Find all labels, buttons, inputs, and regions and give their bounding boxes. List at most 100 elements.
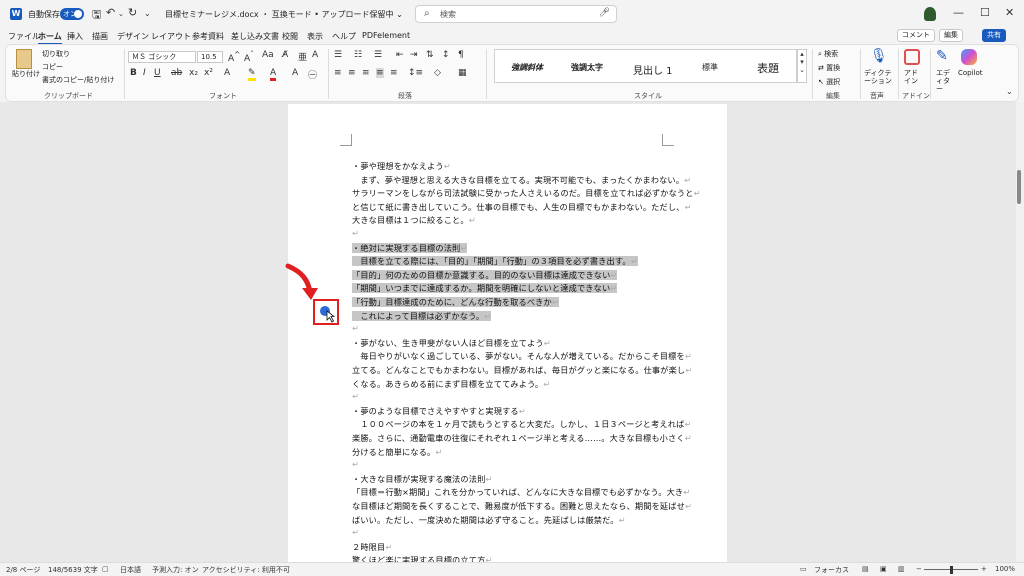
document-line[interactable]: 「目標＝行動×期間」これを分かっていれば、どんなに大きな目標でも必ずかなう。大き… [352,486,690,498]
find-button[interactable]: ⌕ 検索 [818,49,838,59]
strikethrough-icon[interactable]: ab [171,68,182,78]
document-line[interactable]: な目標ほど期間を長くすることで、難易度が低下する。困難と思えたなら、期間を延ばせ… [352,500,692,512]
avatar[interactable] [924,7,936,21]
bullets-icon[interactable]: ☰ [334,50,342,60]
document-line[interactable]: １００ページの本を１ヶ月で読もうとすると大変だ。しかし、１日３ページと考えれば↵ [352,418,691,430]
decrease-indent-icon[interactable]: ⇤ [396,50,404,60]
paste-button[interactable]: 貼り付け [12,69,40,79]
quick-action-icon[interactable] [315,301,337,323]
copilot-button[interactable]: Copilot [958,69,983,77]
collapse-ribbon-icon[interactable]: ⌄ [1006,87,1013,96]
tab-insert[interactable]: 挿入 [67,31,83,42]
tab-draw[interactable]: 描画 [92,31,108,42]
format-painter-button[interactable]: 書式のコピー/貼り付け [42,75,114,85]
document-line[interactable]: ↵ [352,459,359,469]
document-line[interactable]: ・大きな目標が実現する魔法の法則↵ [352,473,492,485]
save-icon[interactable]: 🖫 [92,6,101,25]
addins-button[interactable]: アドイン [904,69,920,85]
customize-qat-icon[interactable]: ⌄ [144,9,151,18]
document-line[interactable]: 「目的」何のための目標か意識する。目的のない目標は達成できない↵ [352,269,618,281]
style-scroll-icon[interactable]: ▴ ▾ ⌄ [797,49,807,83]
justify-icon[interactable]: ≡ [376,68,384,78]
document-line[interactable]: 目標を立てる際には、「目的」「期間」「行動」の３項目を必ず書き出す。↵ [352,255,638,267]
clear-format-icon[interactable]: A̸ [282,50,288,60]
autosave-toggle[interactable]: オン [60,8,84,20]
zoom-in-icon[interactable]: + [981,565,987,573]
document-line[interactable]: と信じて紙に書き出していこう。仕事の目標でも、人生の目標でもかまわない。ただし、… [352,201,692,213]
zoom-slider-thumb[interactable] [950,566,953,574]
accessibility-status[interactable]: アクセシビリティ: 利用不可 [202,565,290,575]
tab-file[interactable]: ファイル [8,31,40,42]
distributed-icon[interactable]: ≡ [390,68,398,78]
tab-design[interactable]: デザイン [117,31,149,42]
style-normal[interactable]: 標準 [702,62,718,73]
language[interactable]: 日本語 [120,565,141,575]
print-layout-icon[interactable]: ▣ [880,565,887,573]
word-count[interactable]: 148/5639 文字 [48,565,98,575]
replace-button[interactable]: ⇄ 置換 [818,63,840,73]
microphone-icon[interactable]: 🎤︎ [599,8,610,18]
multilevel-list-icon[interactable]: ☰ [374,50,382,60]
editor-button[interactable]: エディター [936,69,956,93]
document-line[interactable]: ・絶対に実現する目標の法則↵ [352,242,468,254]
font-name-select[interactable]: ＭＳ ゴシック [128,51,196,63]
document-line[interactable]: ・夢や理想をかなえよう↵ [352,160,451,172]
document-line[interactable]: ↵ [352,391,359,401]
search-box[interactable]: ⌕ 検索 🎤︎ [415,5,617,23]
document-line[interactable]: サラリーマンをしながら司法試験に受かった人さえいるのだ。目標を立てれば必ずかなう… [352,187,701,199]
document-line[interactable]: ↵ [352,228,359,238]
predictive-text[interactable]: 予測入力: オン [152,565,199,575]
align-right-icon[interactable]: ≡ [362,68,370,78]
borders-icon[interactable]: ▦ [458,68,467,78]
document-line[interactable]: 大きな目標は１つに絞ること。↵ [352,214,476,226]
cut-button[interactable]: 切り取り [42,49,70,59]
copy-button[interactable]: コピー [42,62,63,72]
tab-references[interactable]: 参考資料 [192,31,224,42]
dictation-button[interactable]: ディクテーション [864,69,894,85]
proofing-icon[interactable]: ▢ [102,565,109,573]
shrink-font-icon[interactable]: Aˇ [244,50,254,64]
document-line[interactable]: 「行動」目標達成のために、どんな行動を取るべきか↵ [352,296,559,308]
scrollbar-thumb[interactable] [1017,170,1021,204]
text-direction-icon[interactable]: ⇅ [426,50,434,60]
align-left-icon[interactable]: ≡ [334,68,342,78]
enclose-char-icon[interactable]: ㊀ [308,68,317,81]
tab-home[interactable]: ホーム [38,31,62,45]
document-line[interactable]: 「期間」いつまでに達成するか。期間を明確にしないと達成できない↵ [352,282,618,294]
align-center-icon[interactable]: ≡ [348,68,356,78]
document-line[interactable]: ↵ [352,527,359,537]
char-shading-icon[interactable]: A [292,68,298,78]
document-line[interactable]: ・夢がない、生き甲斐がない人ほど目標を立てよう↵ [352,337,551,349]
redo-icon[interactable]: ↻ [128,6,137,19]
minimize-icon[interactable]: — [953,6,964,19]
document-line[interactable]: ばいい。ただし、一度決めた期間は必ず守ること。先延ばしは厳禁だ。↵ [352,514,626,526]
increase-indent-icon[interactable]: ⇥ [410,50,418,60]
tab-help[interactable]: ヘルプ [332,31,356,42]
document-line[interactable]: これによって目標は必ずかなう。↵ [352,310,492,322]
paste-icon[interactable] [16,49,32,69]
dictation-icon[interactable]: 🎙︎ [870,48,888,64]
sort-icon[interactable]: ↕ [442,50,450,60]
document-line[interactable]: ・夢のような目標でさえやすやすと実現する↵ [352,405,526,417]
style-emphasis-bold[interactable]: 強調太字 [571,62,603,73]
style-heading-1[interactable]: 見出し 1 [633,62,673,77]
zoom-out-icon[interactable]: − [916,565,922,573]
font-color-icon[interactable]: A [270,68,277,81]
document-line[interactable]: まず、夢や理想と思える大きな目標を立てる。実現不可能でも、まったくかまわない。↵ [352,174,691,186]
comment-button[interactable]: コメント [897,29,935,42]
copilot-icon[interactable] [961,49,977,65]
select-button[interactable]: ↖ 選択 [818,77,840,87]
page-count[interactable]: 2/8 ページ [6,565,40,575]
bold-icon[interactable]: B [130,68,137,78]
superscript-icon[interactable]: x² [204,68,213,78]
editor-icon[interactable]: ✎ [936,48,948,64]
document-line[interactable]: ↵ [352,323,359,333]
edit-mode-button[interactable]: 編集 [939,29,963,42]
underline-icon[interactable]: U [154,68,161,78]
numbering-icon[interactable]: ☷ [354,50,362,60]
undo-dropdown-icon[interactable]: ⌄ [118,10,124,18]
zoom-level[interactable]: 100% [995,565,1015,573]
focus-icon[interactable]: ▭ [800,565,807,573]
subscript-icon[interactable]: x₂ [189,68,198,78]
document-line[interactable]: 楽勝。さらに、通勤電車の往復にそれぞれ１ページ半と考える……。大きな目標も小さく… [352,432,692,444]
